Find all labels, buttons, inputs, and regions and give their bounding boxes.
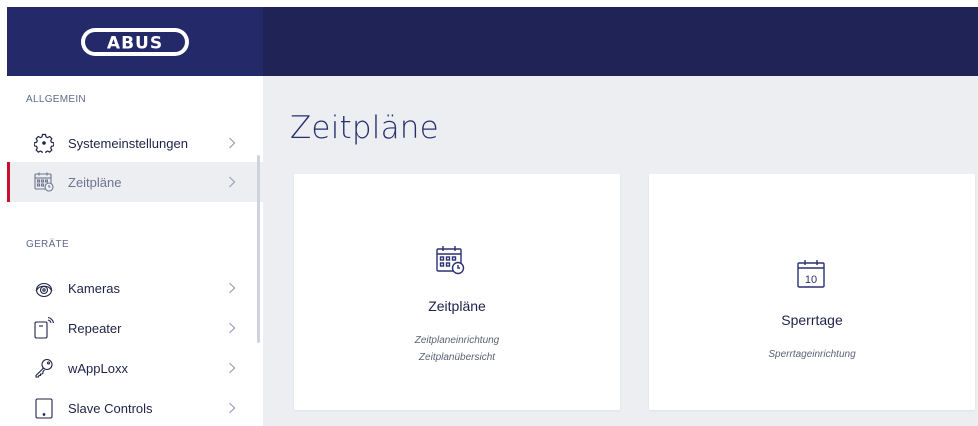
sidebar-item-label: Systemeinstellungen [68,135,188,151]
card-sperrtage[interactable]: 10 Sperrtage Sperrtageinrichtung [649,174,975,410]
calendar-10-icon: 10 [795,258,827,290]
sidebar-item-label: wAppLoxx [68,360,128,376]
sidebar-item-systemeinstellungen[interactable]: Systemeinstellungen [7,123,263,163]
sidebar-item-zeitplaene[interactable]: Zeitpläne [7,162,263,202]
chevron-right-icon [227,401,237,415]
sidebar-item-repeater[interactable]: Repeater [7,308,263,348]
sidebar-scrollbar[interactable] [257,155,260,343]
svg-text:10: 10 [805,274,817,286]
section-label-geraete: GERÄTE [26,239,69,250]
chevron-right-icon [227,136,237,150]
card-subtitle: Zeitplaneinrichtung [414,335,500,346]
sidebar-item-kameras[interactable]: Kameras [7,268,263,308]
card-title: Zeitpläne [428,298,486,314]
calendar-clock-icon [434,244,466,276]
card-zeitplaene[interactable]: Zeitpläne Zeitplaneinrichtung Zeitplanüb… [294,174,620,410]
chevron-right-icon [227,175,237,189]
chevron-right-icon [227,361,237,375]
repeater-icon [32,316,56,340]
card-title: Sperrtage [781,312,843,328]
svg-text:ABUS: ABUS [107,33,163,53]
main-content: Zeitpläne Zeitpläne Zeitplaneinrichtung … [263,76,978,426]
chevron-right-icon [227,321,237,335]
abus-logo: ABUS [81,27,189,56]
sidebar-item-wapploxx[interactable]: wAppLoxx [7,348,263,388]
calendar-clock-icon [32,170,56,194]
sidebar-item-label: Kameras [68,280,121,296]
sidebar-item-slave-controls[interactable]: Slave Controls [7,388,263,426]
section-label-allgemein: ALLGEMEIN [26,94,86,105]
sidebar-item-label: Repeater [68,320,122,336]
sidebar-item-label: Zeitpläne [68,174,122,190]
gear-icon [32,131,56,155]
chevron-right-icon [227,281,237,295]
camera-icon [32,276,56,300]
card-subtitle: Sperrtageinrichtung [768,349,856,360]
page-title: Zeitpläne [290,110,439,146]
logo-area[interactable]: ABUS [7,7,263,76]
sidebar-item-label: Slave Controls [68,400,153,416]
card-subtitle: Zeitplanübersicht [418,352,496,363]
key-icon [32,356,56,380]
top-bar: ABUS [7,7,978,76]
sidebar: ALLGEMEIN Systemeinstellungen Zeitpläne … [7,76,263,426]
app-frame: ABUS ALLGEMEIN Systemeinstellungen Zeitp… [7,7,978,426]
tablet-icon [32,396,56,420]
